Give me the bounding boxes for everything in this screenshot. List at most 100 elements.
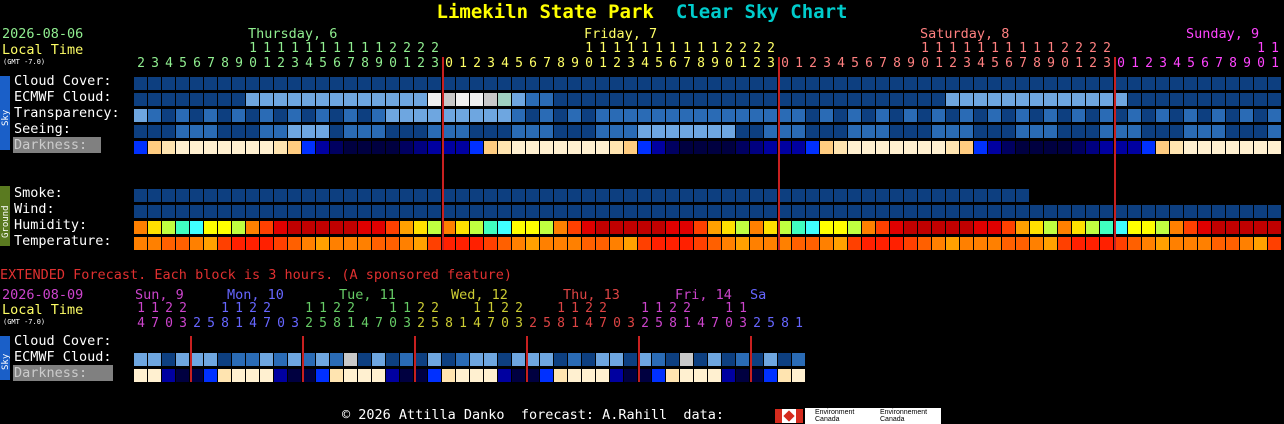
wind-cell [428,205,441,218]
smoke-cell [316,189,329,202]
smoke-cell [414,189,427,202]
seeing-cell [1030,125,1043,138]
location-title[interactable]: Limekiln State Park [437,1,654,23]
extended-hour-tens-digit: 2 [431,301,439,316]
seeing-cell [596,125,609,138]
temperature-cell [904,237,917,250]
temperature-cell [1086,237,1099,250]
cloud-cell [624,77,637,90]
seeing-cell [890,125,903,138]
temperature-cell [540,237,553,250]
extended-ecmwf-cell [484,353,497,366]
hour-ones-digit: 1 [1131,56,1139,71]
wind-cell [232,205,245,218]
transparency-cell [540,109,553,122]
ecmwf-cell [1016,93,1029,106]
extended-notice[interactable]: EXTENDED Forecast. Each block is 3 hours… [0,267,512,283]
temperature-cell [274,237,287,250]
transparency-cell [722,109,735,122]
ecmwf-cell [470,93,483,106]
seeing-cell [428,125,441,138]
extended-darkness-cell [330,369,343,382]
seeing-cell [750,125,763,138]
temperature-cell [1254,237,1267,250]
hour-tens-digit: 1 [1005,41,1013,56]
environment-canada-logo[interactable]: Environment Canada Environnement Canada [805,408,941,424]
extended-ecmwf-cell [358,353,371,366]
temperature-cell [386,237,399,250]
humidity-cell [1226,221,1239,234]
hour-ones-digit: 6 [1005,56,1013,71]
seeing-cell [232,125,245,138]
cloud-cell [288,77,301,90]
extended-hour-tens-digit: 2 [585,301,593,316]
seeing-cell [876,125,889,138]
humidity-cell [736,221,749,234]
wind-cell [162,205,175,218]
cloud-cell [708,77,721,90]
wind-cell [1044,205,1057,218]
smoke-cell [624,189,637,202]
darkness-cell [820,141,833,154]
hour-tens-digit: 1 [305,41,313,56]
hour-ones-digit: 9 [1243,56,1251,71]
smoke-cell [582,189,595,202]
cloud-cell [722,77,735,90]
seeing-cell [316,125,329,138]
smoke-cell [708,189,721,202]
wind-cell [190,205,203,218]
humidity-cell [1198,221,1211,234]
darkness-cell [358,141,371,154]
hour-ones-digit: 9 [907,56,915,71]
canada-flag-icon[interactable] [775,409,803,423]
transparency-cell [526,109,539,122]
extended-hour-ones-digit: 2 [193,316,201,331]
transparency-cell [638,109,651,122]
extended-hour-ones-digit: 7 [375,316,383,331]
hour-tens-digit: 1 [263,41,271,56]
extended-midnight-line [638,336,640,382]
temperature-cell [204,237,217,250]
extended-hour-tens-digit: 1 [641,301,649,316]
wind-cell [1240,205,1253,218]
extended-darkness-cell [218,369,231,382]
darkness-cell [288,141,301,154]
humidity-cell [428,221,441,234]
extended-darkness-cell [456,369,469,382]
hour-ones-digit: 6 [529,56,537,71]
extended-ecmwf-cell [694,353,707,366]
hour-ones-digit: 1 [1075,56,1083,71]
wind-cell [722,205,735,218]
wind-cell [1156,205,1169,218]
extended-midnight-line [190,336,192,382]
wind-cell [330,205,343,218]
ecmwf-cell [890,93,903,106]
seeing-cell [302,125,315,138]
extended-ecmwf-cell [456,353,469,366]
hour-ones-digit: 7 [1215,56,1223,71]
temperature-cell [1002,237,1015,250]
transparency-cell [204,109,217,122]
smoke-cell [134,189,147,202]
darkness-cell [134,141,147,154]
cloud-cell [1002,77,1015,90]
extended-ecmwf-cell [708,353,721,366]
humidity-cell [484,221,497,234]
ecmwf-cell [274,93,287,106]
cloud-cell [148,77,161,90]
humidity-cell [694,221,707,234]
wind-cell [512,205,525,218]
transparency-cell [736,109,749,122]
extended-hour-ones-digit: 2 [305,316,313,331]
seeing-cell [274,125,287,138]
wind-cell [610,205,623,218]
temperature-cell [1128,237,1141,250]
smoke-cell [1002,189,1015,202]
wind-cell [764,205,777,218]
extended-hour-tens-digit: 2 [417,301,425,316]
ecmwf-cell [932,93,945,106]
extended-darkness-cell [400,369,413,382]
extended-hour-ones-digit: 0 [613,316,621,331]
extended-hour-tens-digit: 1 [151,301,159,316]
hour-tens-digit: 2 [417,41,425,56]
